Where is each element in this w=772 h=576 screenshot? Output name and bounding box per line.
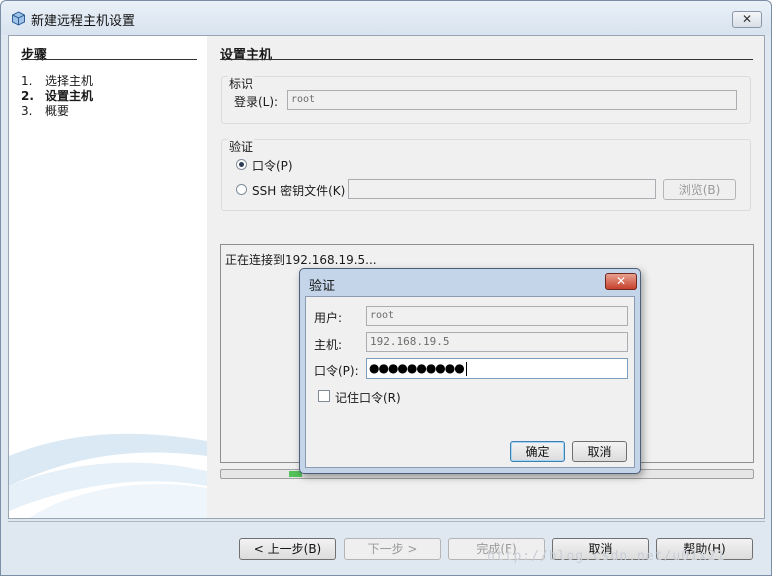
next-button[interactable]: 下一步 > bbox=[344, 538, 441, 560]
keyfile-radio[interactable] bbox=[236, 184, 247, 195]
auth-dialog: 验证 ✕ 用户: root 主机: 192.168.19.5 口令(P): ●●… bbox=[299, 268, 641, 474]
host-field: 192.168.19.5 bbox=[366, 332, 628, 352]
password-mask: ●●●●●●●●●● bbox=[369, 361, 465, 375]
back-button[interactable]: < 上一步(B) bbox=[239, 538, 336, 560]
login-label: 登录(L): bbox=[234, 95, 279, 109]
wizard-window: 新建远程主机设置 ✕ 步骤 1. 选择主机 2. 设置主机 3. 概要 设置主机 bbox=[0, 0, 772, 576]
browse-button[interactable]: 浏览(B) bbox=[663, 179, 736, 200]
step-label: 设置主机 bbox=[45, 89, 94, 103]
steps-title: 步骤 bbox=[21, 48, 48, 63]
password-option-label[interactable]: 口令(P) bbox=[252, 157, 293, 174]
window-close-button[interactable]: ✕ bbox=[732, 11, 762, 28]
title-bar: 新建远程主机设置 ✕ bbox=[1, 1, 771, 35]
step-number: 3. bbox=[21, 104, 33, 118]
password-input[interactable]: ●●●●●●●●●● bbox=[366, 358, 628, 379]
dialog-title: 验证 bbox=[309, 279, 336, 294]
window-title: 新建远程主机设置 bbox=[31, 14, 136, 29]
button-bar-divider bbox=[8, 521, 765, 522]
authentication-legend: 验证 bbox=[228, 138, 255, 155]
authentication-group: 验证 口令(P) SSH 密钥文件(K) 浏览(B) bbox=[221, 138, 751, 211]
identity-legend: 标识 bbox=[228, 75, 255, 92]
remember-password-label[interactable]: 记住口令(R) bbox=[335, 389, 401, 406]
password-radio[interactable] bbox=[236, 159, 247, 170]
dialog-ok-button[interactable]: 确定 bbox=[510, 441, 565, 462]
step-item-3: 3. 概要 bbox=[21, 102, 69, 119]
user-field: root bbox=[366, 306, 628, 326]
password-label: 口令(P): bbox=[314, 364, 359, 378]
decorative-swoosh-graphic bbox=[9, 433, 207, 518]
login-field[interactable]: root bbox=[287, 90, 737, 110]
identity-group: 标识 登录(L): root bbox=[221, 75, 751, 124]
steps-divider bbox=[21, 59, 197, 60]
dialog-cancel-button[interactable]: 取消 bbox=[572, 441, 627, 462]
step-number: 2. bbox=[21, 89, 34, 103]
connection-status-text: 正在连接到192.168.19.5... bbox=[225, 253, 377, 267]
content-title: 设置主机 bbox=[220, 48, 273, 63]
remember-password-checkbox[interactable] bbox=[318, 390, 330, 402]
step-label: 选择主机 bbox=[45, 74, 94, 88]
steps-panel: 步骤 1. 选择主机 2. 设置主机 3. 概要 bbox=[9, 36, 207, 518]
user-label: 用户: bbox=[314, 311, 343, 325]
keyfile-option-label[interactable]: SSH 密钥文件(K) bbox=[252, 182, 345, 199]
step-label: 概要 bbox=[45, 104, 70, 118]
step-number: 1. bbox=[21, 74, 33, 88]
cube-icon bbox=[12, 11, 25, 26]
watermark-text: http://blog.csdn.net/u01x21 bbox=[487, 549, 726, 564]
dialog-close-button[interactable]: ✕ bbox=[605, 273, 637, 290]
dialog-body: 用户: root 主机: 192.168.19.5 口令(P): ●●●●●●●… bbox=[305, 296, 635, 468]
content-divider bbox=[220, 59, 753, 60]
host-label: 主机: bbox=[314, 338, 343, 352]
text-caret bbox=[465, 361, 467, 376]
keyfile-path-field[interactable] bbox=[348, 179, 656, 199]
